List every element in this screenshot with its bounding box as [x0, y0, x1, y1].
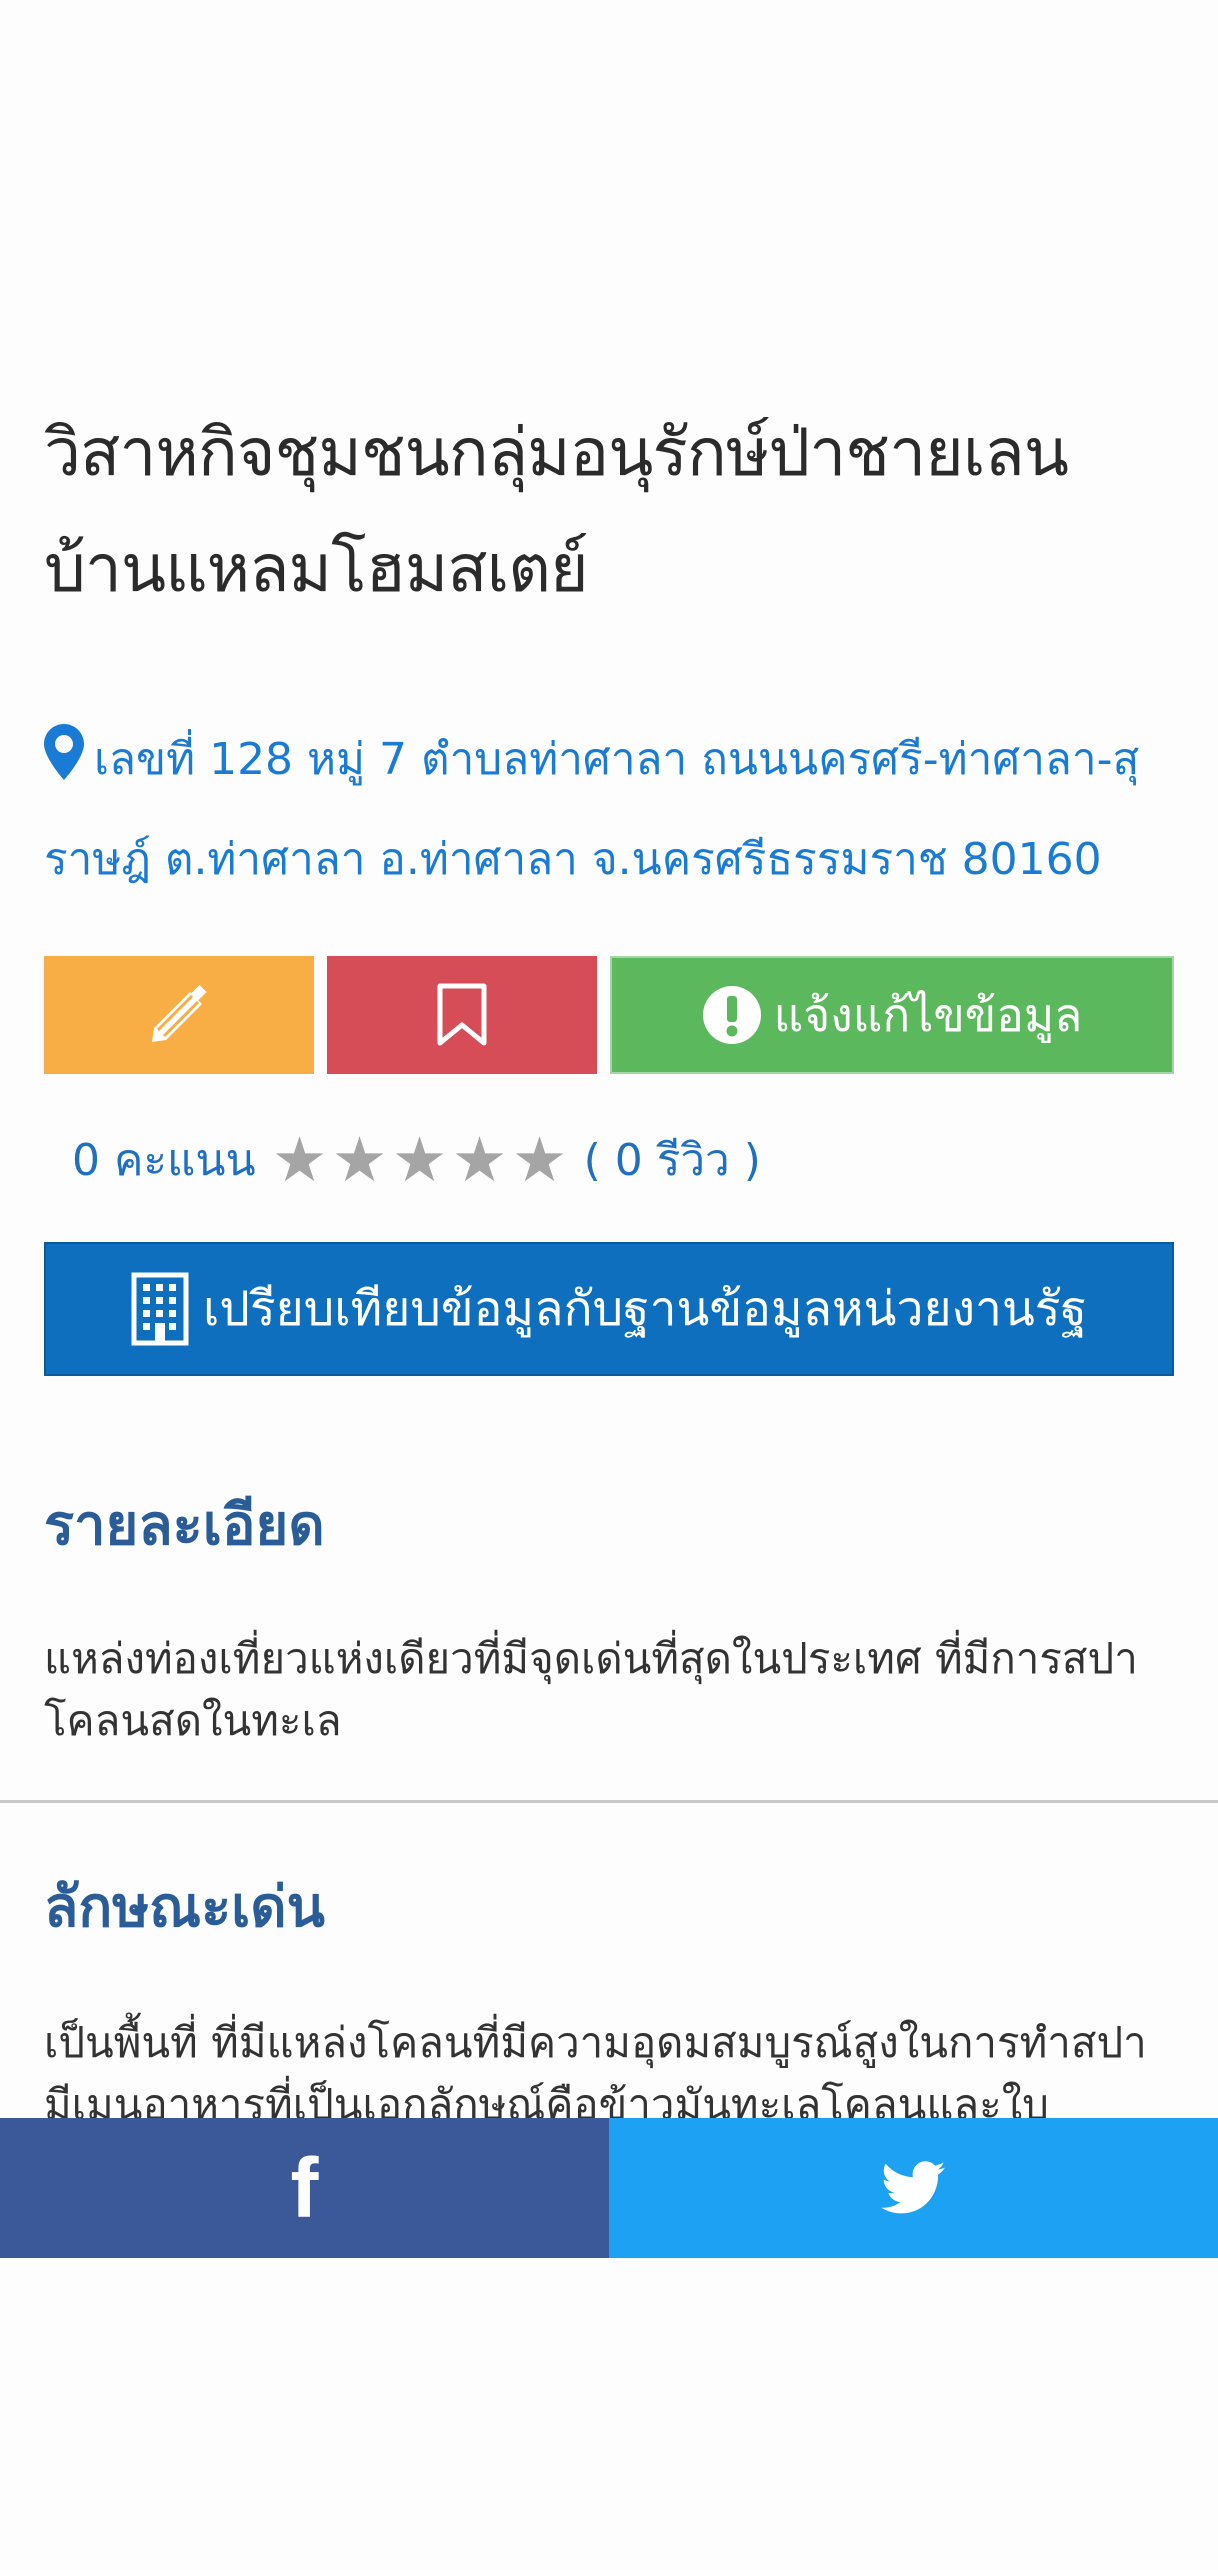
rating: 0 คะแนน ★ ★ ★ ★ ★ ( 0 รีวิว ): [72, 1122, 761, 1198]
exclamation-circle-icon: [702, 986, 761, 1044]
rating-score: 0 คะแนน: [72, 1135, 256, 1186]
building-icon: [131, 1272, 189, 1346]
section-divider: [0, 1800, 1218, 1803]
action-buttons: แจ้งแก้ไขข้อมูล: [44, 956, 1174, 1074]
report-edit-label: แจ้งแก้ไขข้อมูล: [773, 988, 1083, 1041]
address[interactable]: เลขที่ 128 หมู่ 7 ตำบลท่าศาลา ถนนนครศรี-…: [44, 710, 1184, 910]
compare-gov-data-label: เปรียบเทียบข้อมูลกับฐานข้อมูลหน่วยงานรัฐ: [202, 1283, 1088, 1336]
report-edit-button[interactable]: แจ้งแก้ไขข้อมูล: [610, 956, 1174, 1074]
pencil-icon: [152, 984, 207, 1042]
facebook-icon: f: [290, 2141, 319, 2235]
star-icon[interactable]: ★: [270, 1129, 330, 1191]
star-icon[interactable]: ★: [330, 1129, 390, 1191]
map-pin-icon: [44, 716, 84, 780]
star-icon[interactable]: ★: [390, 1129, 450, 1191]
edit-button[interactable]: [44, 956, 314, 1074]
star-icon[interactable]: ★: [510, 1129, 570, 1191]
twitter-icon: [880, 2161, 945, 2214]
address-text: เลขที่ 128 หมู่ 7 ตำบลท่าศาลา ถนนนครศรี-…: [44, 734, 1140, 885]
star-icon[interactable]: ★: [450, 1129, 510, 1191]
highlights-heading: ลักษณะเด่น: [44, 1875, 325, 1940]
twitter-share-button[interactable]: [609, 2118, 1218, 2258]
bookmark-button[interactable]: [327, 956, 597, 1074]
compare-gov-data-button[interactable]: เปรียบเทียบข้อมูลกับฐานข้อมูลหน่วยงานรัฐ: [44, 1242, 1174, 1376]
star-rating[interactable]: ★ ★ ★ ★ ★: [270, 1129, 570, 1191]
page-title: วิสาหกิจชุมชนกลุ่มอนุรักษ์ป่าชายเลนบ้านแ…: [44, 414, 1069, 607]
bookmark-icon: [437, 983, 487, 1046]
share-bar: f: [0, 2118, 1218, 2258]
review-count[interactable]: ( 0 รีวิว ): [584, 1125, 761, 1195]
details-text: แหล่งท่องเที่ยวแห่งเดียวที่มีจุดเด่นที่ส…: [44, 1634, 1138, 1745]
details-heading: รายละเอียด: [44, 1493, 325, 1558]
listing-page: วิสาหกิจชุมชนกลุ่มอนุรักษ์ป่าชายเลนบ้านแ…: [0, 0, 1218, 2570]
facebook-share-button[interactable]: f: [0, 2118, 609, 2258]
